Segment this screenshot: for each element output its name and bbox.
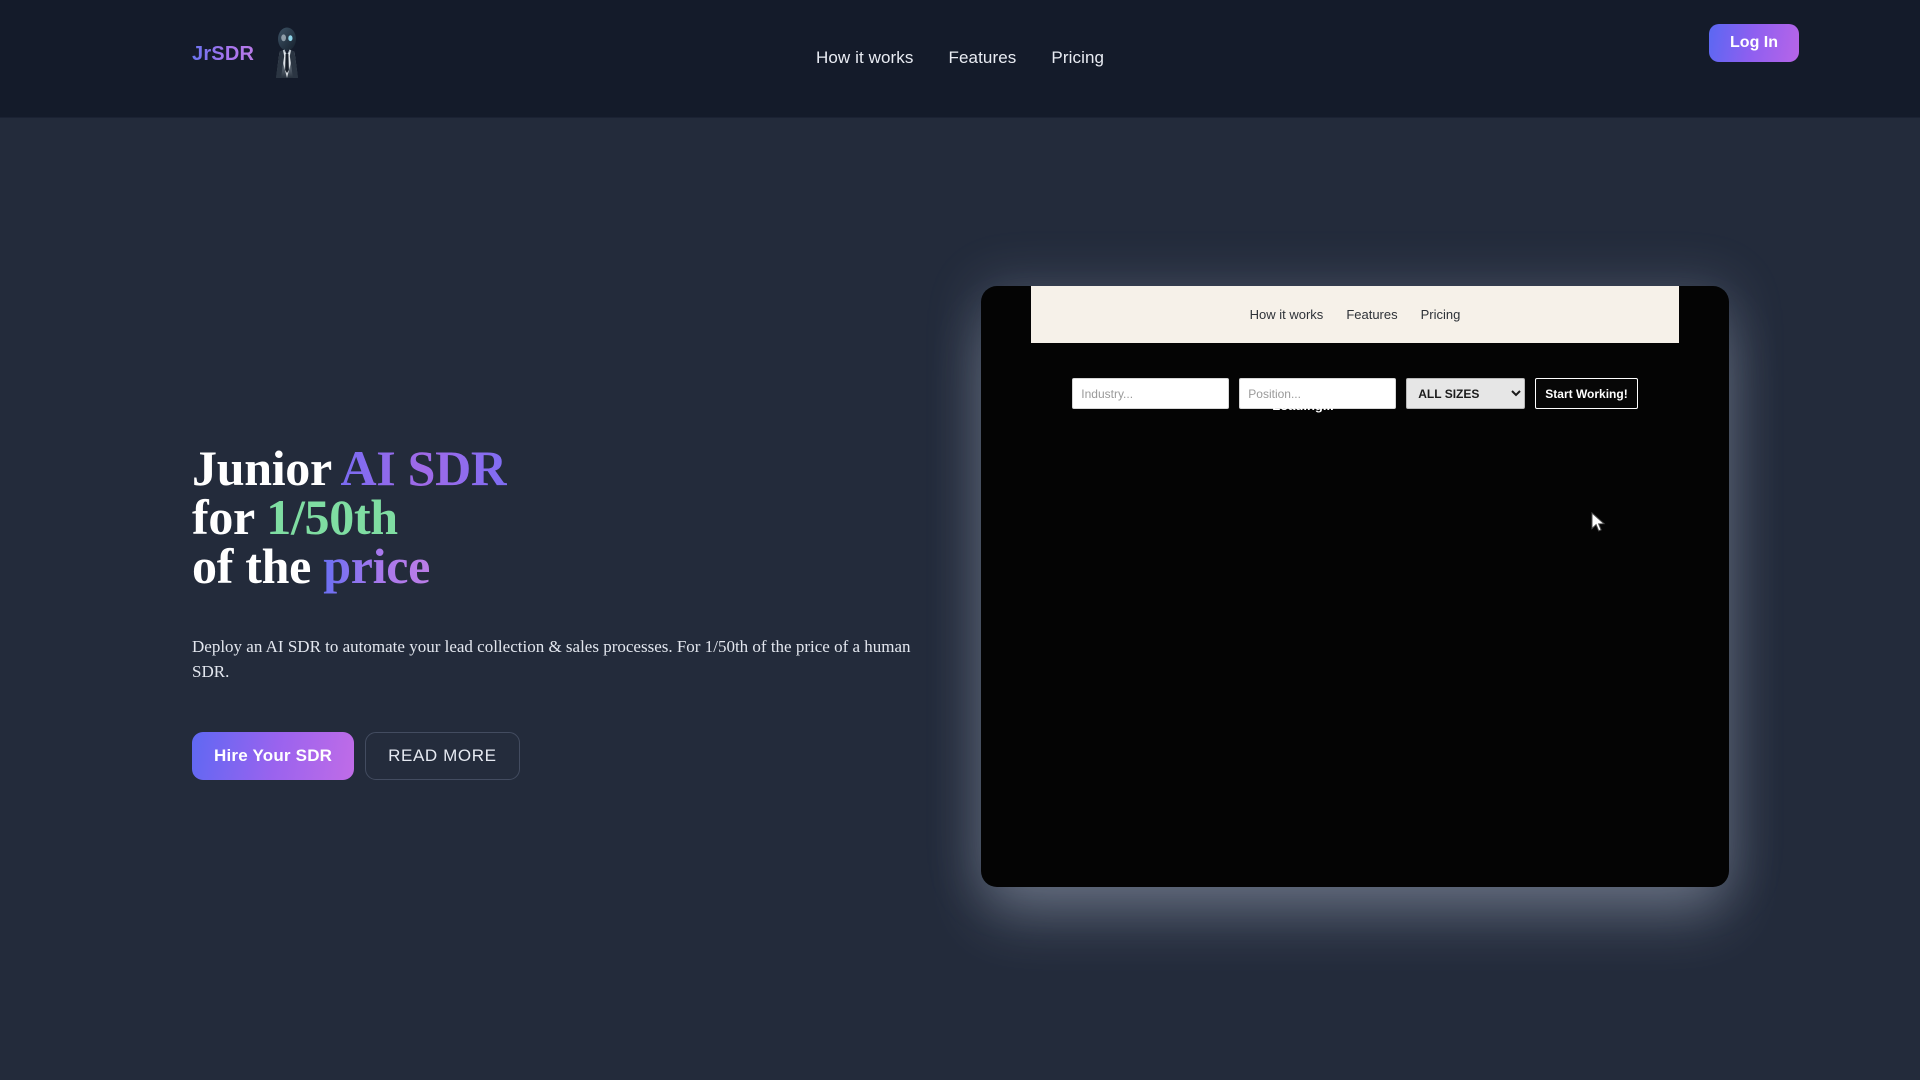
demo-nav-item-how-it-works[interactable]: How it works — [1250, 307, 1324, 322]
hero-actions: Hire Your SDR READ MORE — [192, 732, 972, 780]
page-root: JrSDR How it works Features Pricing Log … — [0, 0, 1920, 1080]
demo-navbar: How it works Features Pricing — [1031, 286, 1679, 343]
page-title: Junior AI SDR for 1/50th of the price — [192, 443, 972, 594]
hero-title-line-2: for — [192, 489, 267, 545]
hero-title-line-3: of the — [192, 538, 324, 594]
hero-subtitle: Deploy an AI SDR to automate your lead c… — [192, 637, 911, 681]
demo-nav-item-pricing[interactable]: Pricing — [1421, 307, 1461, 322]
mouse-arrow-cursor — [1591, 512, 1606, 532]
hero-section: Junior AI SDR for 1/50th of the price De… — [192, 443, 972, 780]
hire-your-sdr-button[interactable]: Hire Your SDR — [192, 732, 355, 780]
nav-item-pricing[interactable]: Pricing — [1051, 47, 1104, 69]
demo-preview-panel[interactable]: How it works Features Pricing ALL SIZES … — [981, 286, 1729, 887]
site-header: JrSDR How it works Features Pricing Log … — [0, 0, 1920, 118]
nav-item-how-it-works[interactable]: How it works — [816, 47, 914, 69]
hero-title-accent-price: price — [323, 538, 430, 594]
demo-nav-item-features[interactable]: Features — [1346, 307, 1397, 322]
read-more-button[interactable]: READ MORE — [365, 732, 520, 780]
header-nav: How it works Features Pricing — [816, 47, 1104, 69]
hero-title-accent-ai-sdr: AI SDR — [340, 440, 507, 496]
login-button[interactable]: Log In — [1709, 24, 1799, 62]
nav-item-features[interactable]: Features — [949, 47, 1017, 69]
brand-logo[interactable]: JrSDR — [192, 27, 304, 78]
hero-title-line-1: Junior — [192, 440, 341, 496]
brand-name: JrSDR — [192, 40, 254, 68]
loading-status-text: Loading... — [1272, 398, 1334, 413]
robot-in-suit-avatar-icon — [276, 27, 299, 78]
hero-title-accent-fraction: 1/50th — [266, 489, 398, 545]
